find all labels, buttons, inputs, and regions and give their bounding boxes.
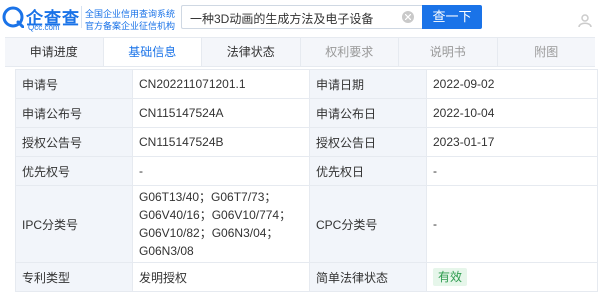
application-number-label: 申请号 xyxy=(15,69,133,99)
grant-date-value: 2023-01-17 xyxy=(426,127,598,157)
search-input[interactable]: 一种3D动画的生成方法及电子设备 xyxy=(181,5,422,29)
priority-number-value: - xyxy=(132,156,310,186)
publication-number-label: 申请公布号 xyxy=(15,98,133,128)
cpc-class-label: CPC分类号 xyxy=(309,185,427,263)
qcc-logo-icon xyxy=(2,6,24,28)
grant-number-value: CN115147524B xyxy=(132,127,310,157)
tab-legal-status[interactable]: 法律状态 xyxy=(202,38,301,66)
tab-drawings[interactable]: 附图 xyxy=(498,38,596,66)
qcc-logo[interactable]: 企查查 Qcc.com 全国企业信用查询系统 官方备案企业征信机构 xyxy=(0,2,176,32)
cpc-class-value: - xyxy=(426,185,598,263)
legal-status-label: 简单法律状态 xyxy=(309,262,427,292)
priority-date-label: 优先权日 xyxy=(309,156,427,186)
grant-date-label: 授权公告日 xyxy=(309,127,427,157)
tab-basic-info[interactable]: 基础信息 xyxy=(103,38,202,66)
priority-date-value: - xyxy=(426,156,598,186)
logo-divider xyxy=(81,6,82,28)
patent-type-label: 专利类型 xyxy=(15,262,133,292)
user-icon[interactable] xyxy=(578,13,592,27)
logo-slogan-line2: 官方备案企业征信机构 xyxy=(85,21,176,31)
table-row: 优先权号 - 优先权日 - xyxy=(15,156,598,186)
tab-description[interactable]: 说明书 xyxy=(399,38,498,66)
ipc-class-label: IPC分类号 xyxy=(15,185,133,263)
patent-type-value: 发明授权 xyxy=(132,262,310,292)
tab-bar: 申请进度 基础信息 法律状态 权利要求 说明书 附图 xyxy=(5,37,595,67)
application-date-value: 2022-09-02 xyxy=(426,69,598,99)
search-button[interactable]: 查一下 xyxy=(422,5,482,29)
legal-status-cell: 有效 xyxy=(426,262,598,292)
patent-info-table: 申请号 CN202211071201.1 申请日期 2022-09-02 申请公… xyxy=(15,69,598,292)
tab-claims[interactable]: 权利要求 xyxy=(301,38,399,66)
table-row: 申请公布号 CN115147524A 申请公布日 2022-10-04 xyxy=(15,98,598,128)
logo-domain: Qcc.com xyxy=(28,23,60,32)
application-date-label: 申请日期 xyxy=(309,69,427,99)
clear-icon[interactable] xyxy=(402,11,414,23)
grant-number-label: 授权公告号 xyxy=(15,127,133,157)
search-query-text: 一种3D动画的生成方法及电子设备 xyxy=(190,12,374,26)
ipc-class-value: G06T13/40；G06T7/73；G06V40/16；G06V10/774；… xyxy=(132,185,310,263)
status-badge: 有效 xyxy=(433,268,468,286)
table-row: 授权公告号 CN115147524B 授权公告日 2023-01-17 xyxy=(15,127,598,157)
application-number-value: CN202211071201.1 xyxy=(132,69,310,99)
publication-date-value: 2022-10-04 xyxy=(426,98,598,128)
publication-number-value: CN115147524A xyxy=(132,98,310,128)
table-row: 专利类型 发明授权 简单法律状态 有效 xyxy=(15,262,598,292)
header: 企查查 Qcc.com 全国企业信用查询系统 官方备案企业征信机构 一种3D动画… xyxy=(0,0,600,34)
priority-number-label: 优先权号 xyxy=(15,156,133,186)
publication-date-label: 申请公布日 xyxy=(309,98,427,128)
tab-application-progress[interactable]: 申请进度 xyxy=(5,38,104,66)
table-row: 申请号 CN202211071201.1 申请日期 2022-09-02 xyxy=(15,69,598,99)
table-row: IPC分类号 G06T13/40；G06T7/73；G06V40/16；G06V… xyxy=(15,185,598,263)
